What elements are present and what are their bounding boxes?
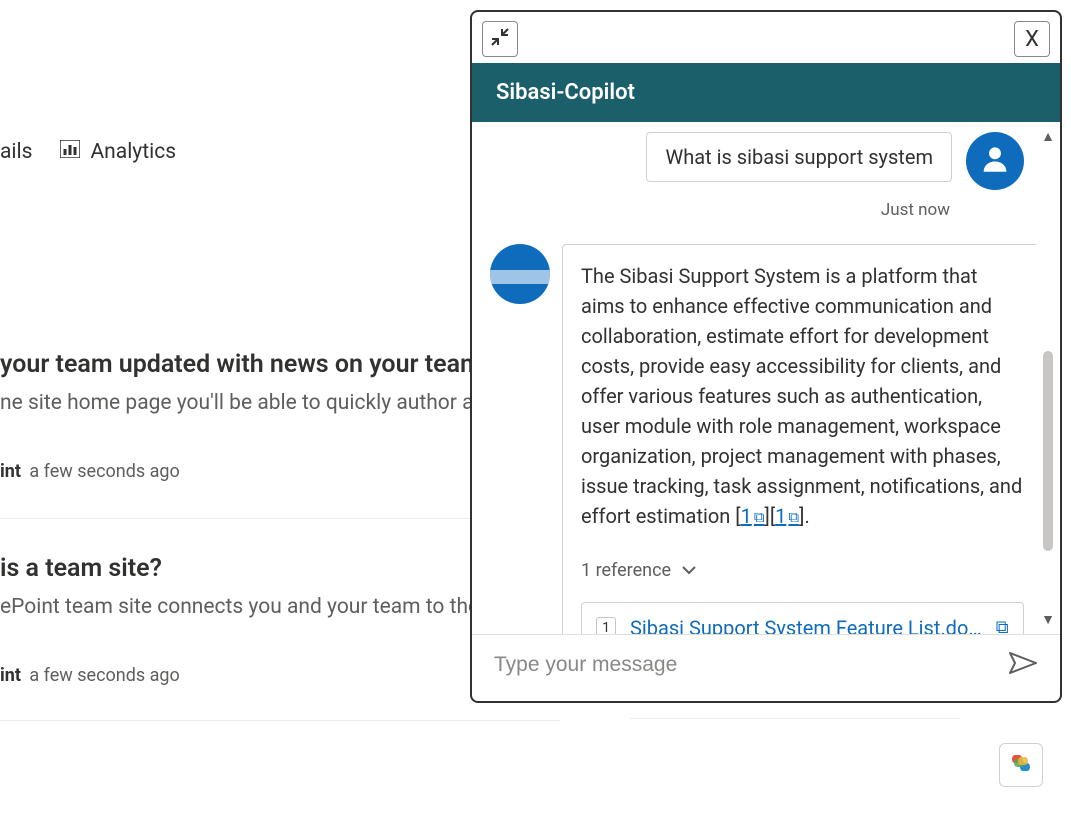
- page-top-nav: ails Analytics: [0, 140, 176, 164]
- news-meta-time: a few seconds ago: [29, 665, 179, 686]
- nav-item-analytics[interactable]: Analytics: [60, 140, 176, 164]
- chat-messages: What is sibasi support system Just now T…: [472, 122, 1036, 634]
- chat-scrollbar[interactable]: ▲ ▼: [1038, 126, 1058, 630]
- news-meta-author: int: [0, 665, 21, 686]
- close-button[interactable]: X: [1014, 21, 1050, 57]
- bot-message-row: The Sibasi Support System is a platform …: [490, 244, 1024, 634]
- user-message-row: What is sibasi support system: [490, 132, 1024, 190]
- chat-topbar: X: [472, 12, 1060, 63]
- scroll-track[interactable]: [1043, 151, 1053, 605]
- references-toggle[interactable]: 1 reference: [581, 556, 1024, 586]
- minimize-icon: [490, 27, 510, 52]
- open-external-icon: ⧉: [754, 508, 765, 526]
- chat-body: What is sibasi support system Just now T…: [472, 122, 1060, 634]
- user-message-text: What is sibasi support system: [665, 145, 933, 169]
- close-icon: X: [1025, 27, 1039, 52]
- bot-message-text: The Sibasi Support System is a platform …: [581, 264, 1022, 528]
- user-avatar: [966, 132, 1024, 190]
- send-icon: [1008, 651, 1038, 679]
- chat-header: Sibasi-Copilot: [472, 63, 1060, 122]
- open-external-icon: ⧉: [788, 508, 799, 526]
- news-meta-author: int: [0, 461, 21, 482]
- scroll-up-icon[interactable]: ▲: [1039, 126, 1057, 147]
- reference-item[interactable]: 1 Sibasi Support System Feature List.do……: [581, 602, 1024, 634]
- nav-item-truncated[interactable]: ails: [0, 140, 32, 164]
- person-icon: [978, 142, 1012, 180]
- scroll-down-icon[interactable]: ▼: [1039, 609, 1057, 630]
- scroll-thumb[interactable]: [1043, 351, 1053, 551]
- chevron-down-icon: [681, 556, 697, 586]
- nav-item-label: Analytics: [90, 140, 176, 164]
- divider: [0, 720, 560, 721]
- send-button[interactable]: [1006, 651, 1040, 679]
- user-message-bubble: What is sibasi support system: [646, 132, 952, 182]
- citation-link-2[interactable]: 1⧉: [775, 504, 799, 528]
- chat-title: Sibasi-Copilot: [496, 80, 635, 105]
- references-label: 1 reference: [581, 556, 671, 586]
- minimize-button[interactable]: [482, 21, 518, 57]
- message-input[interactable]: [492, 647, 990, 683]
- citation-link-1[interactable]: 1⧉: [741, 504, 765, 528]
- divider: [630, 718, 960, 719]
- news-meta-time: a few seconds ago: [29, 461, 179, 482]
- copilot-launcher-button[interactable]: [999, 743, 1043, 787]
- message-timestamp: Just now: [490, 200, 1024, 220]
- chat-input-row: [472, 634, 1060, 701]
- copilot-icon: [1007, 749, 1035, 781]
- reference-number: 1: [596, 617, 616, 634]
- analytics-icon: [60, 140, 80, 164]
- copilot-chat-panel: X Sibasi-Copilot What is sibasi support …: [470, 10, 1062, 703]
- bot-message-bubble: The Sibasi Support System is a platform …: [562, 244, 1036, 634]
- open-external-icon[interactable]: ⧉: [996, 613, 1009, 634]
- bot-avatar: [490, 244, 550, 304]
- timestamp-text: Just now: [881, 200, 950, 220]
- reference-link[interactable]: Sibasi Support System Feature List.do…: [630, 613, 982, 634]
- bot-message-tail: .: [804, 504, 809, 528]
